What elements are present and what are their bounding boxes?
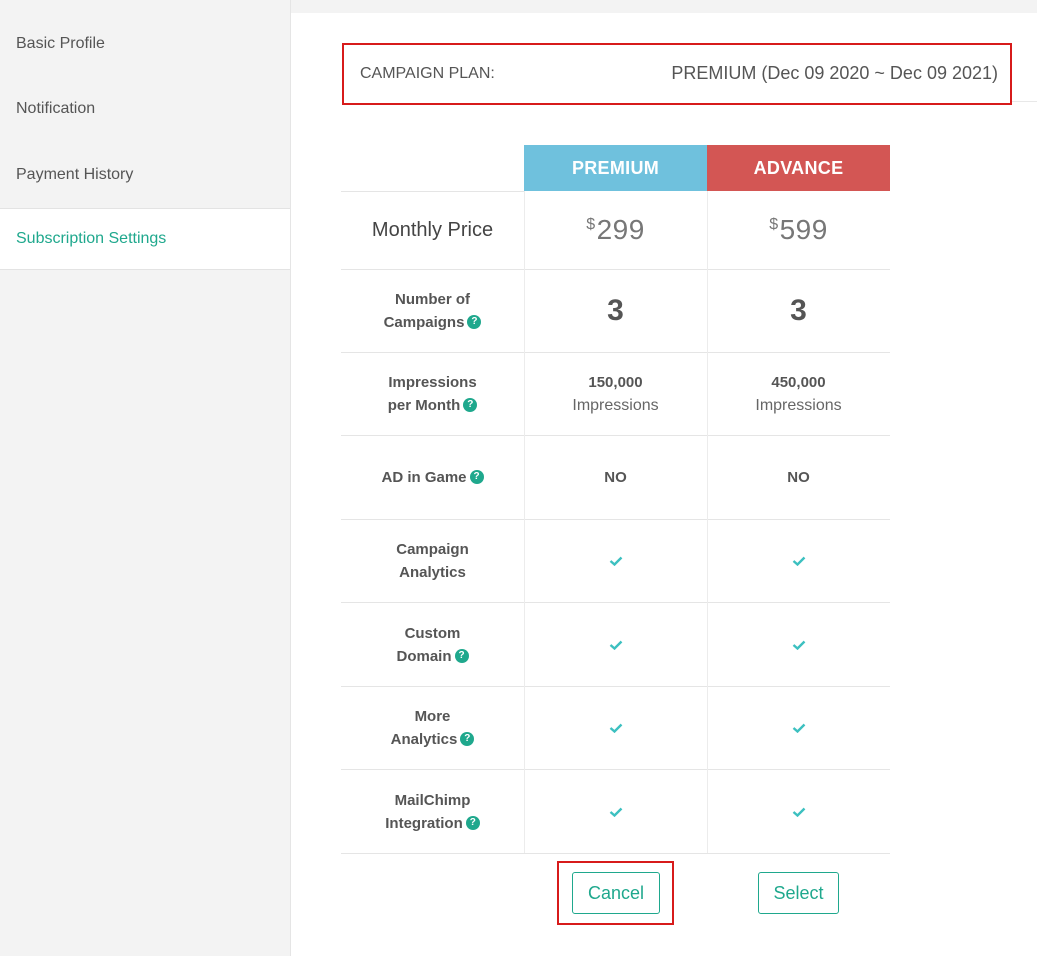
check-icon — [792, 807, 805, 817]
sidebar: Basic Profile Notification Payment Histo… — [0, 0, 291, 956]
advance-ad-in-game: NO — [787, 469, 810, 486]
advance-custom-domain — [707, 603, 890, 686]
check-icon — [792, 556, 805, 566]
question-circle-icon[interactable]: ? — [469, 470, 484, 485]
cancel-button[interactable]: Cancel — [572, 872, 660, 914]
advance-price: $599 — [769, 214, 828, 245]
check-icon — [609, 556, 622, 566]
check-icon — [609, 640, 622, 650]
advance-mailchimp — [707, 770, 890, 853]
premium-custom-domain — [524, 603, 707, 686]
question-circle-icon[interactable]: ? — [454, 648, 469, 663]
advance-campaigns: 3 — [790, 294, 807, 327]
question-circle-icon[interactable]: ? — [460, 732, 475, 747]
sidebar-item-basic-profile[interactable]: Basic Profile — [0, 11, 290, 77]
premium-mailchimp — [524, 770, 707, 853]
question-circle-icon[interactable]: ? — [467, 315, 482, 330]
feature-mailchimp-integration: MailChimp Integration? — [341, 770, 524, 853]
check-icon — [792, 723, 805, 733]
sidebar-item-notification[interactable]: Notification — [0, 77, 290, 143]
feature-monthly-price: Monthly Price — [371, 218, 494, 241]
divider — [341, 853, 890, 854]
plan-header-advance: ADVANCE — [707, 145, 890, 191]
premium-more-analytics — [524, 687, 707, 769]
premium-ad-in-game: NO — [604, 469, 627, 486]
plan-header-premium: PREMIUM — [524, 145, 707, 191]
main-panel: CAMPAIGN PLAN: PREMIUM (Dec 09 2020 ~ De… — [291, 13, 1037, 956]
feature-custom-domain: Custom Domain? — [341, 603, 524, 686]
premium-campaigns: 3 — [607, 294, 624, 327]
sidebar-item-payment-history[interactable]: Payment History — [0, 142, 290, 208]
check-icon — [609, 723, 622, 733]
check-icon — [609, 807, 622, 817]
campaign-plan-label: CAMPAIGN PLAN: — [360, 65, 495, 82]
sidebar-item-subscription-settings[interactable]: Subscription Settings — [0, 207, 290, 270]
feature-number-of-campaigns: Number of Campaigns? — [341, 270, 524, 352]
campaign-plan-box: CAMPAIGN PLAN: PREMIUM (Dec 09 2020 ~ De… — [342, 43, 1012, 105]
select-button[interactable]: Select — [758, 872, 839, 914]
feature-ad-in-game: AD in Game? — [341, 436, 524, 519]
advance-impressions: 450,000 Impressions — [755, 374, 842, 414]
premium-campaign-analytics — [524, 520, 707, 602]
premium-price: $299 — [586, 214, 645, 245]
premium-impressions: 150,000 Impressions — [572, 374, 659, 414]
check-icon — [792, 640, 805, 650]
advance-campaign-analytics — [707, 520, 890, 602]
feature-more-analytics: More Analytics? — [341, 687, 524, 769]
question-circle-icon[interactable]: ? — [465, 815, 480, 830]
feature-campaign-analytics: Campaign Analytics — [396, 541, 469, 581]
question-circle-icon[interactable]: ? — [463, 398, 478, 413]
feature-impressions: Impressions per Month? — [387, 374, 478, 414]
advance-more-analytics — [707, 687, 890, 769]
divider — [1012, 101, 1037, 102]
campaign-plan-value: PREMIUM (Dec 09 2020 ~ Dec 09 2021) — [671, 63, 998, 83]
